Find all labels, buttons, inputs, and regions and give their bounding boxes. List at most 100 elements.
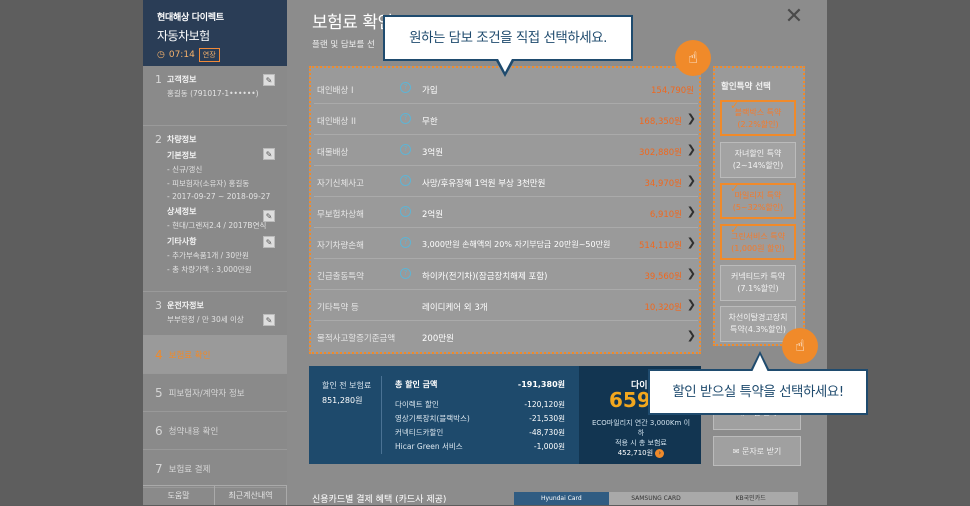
coverage-row[interactable]: 기타특약 등 레이디케어 외 3개 10,320원 ❯ xyxy=(314,291,698,321)
chevron-right-icon[interactable]: ❯ xyxy=(687,205,696,218)
step-driver-info: 3 운전자정보 부부한정 / 만 30세 이상 ✎ xyxy=(143,292,287,336)
help-icon[interactable]: ? xyxy=(400,113,411,124)
help-button[interactable]: 도움말 xyxy=(143,486,215,505)
coverage-value: 3,000만원 손해액의 20% 자기부담금 20만원~50만원 xyxy=(422,240,611,249)
discount-rate: (2~14%할인) xyxy=(732,161,784,170)
coverage-name: 무보험차상해 xyxy=(317,210,364,220)
coverage-price: 154,790원 xyxy=(651,86,694,96)
edit-icon[interactable]: ✎ xyxy=(263,314,275,326)
coverage-row[interactable]: 대물배상 ? 3억원 302,880원 ❯ xyxy=(314,136,698,166)
coverage-value: 사망/후유장해 1억원 부상 3천만원 xyxy=(422,179,546,189)
discount-breakdown: 총 할인 금액 -191,380원 다이렉트 할인 -120,120원 영상기록… xyxy=(395,378,565,454)
coverage-price: 302,880원 xyxy=(639,148,682,158)
coverage-value: 하이카(전기차)(잠금장치해제 포함) xyxy=(422,272,548,282)
nav-number: 4 xyxy=(155,347,163,362)
chevron-right-icon[interactable]: ❯ xyxy=(687,298,696,311)
sidebar-bottom-buttons: 도움말 최근계산내역 xyxy=(143,485,287,505)
nav-number: 6 xyxy=(155,423,163,438)
overlay-right xyxy=(827,0,970,505)
product-name: 자동차보험 xyxy=(157,29,210,43)
discount-line-label: 커넥티드카할인 xyxy=(395,428,444,437)
coverage-name: 기타특약 등 xyxy=(317,303,359,313)
coverage-row[interactable]: 무보험차상해 ? 2억원 6,910원 ❯ xyxy=(314,198,698,228)
step-detail: - 추가부속품1개 / 30만원 xyxy=(167,251,249,260)
discount-mileage-button[interactable]: ✓ 마일리지 특약 (5~32%할인) xyxy=(720,183,796,219)
extend-button[interactable]: 연장 xyxy=(198,48,220,62)
nav-application-check[interactable]: 6 청약내용 확인 xyxy=(143,412,287,450)
check-icon: ✓ xyxy=(730,99,740,112)
card-tab-kb[interactable]: KB국민카드 xyxy=(703,492,798,505)
help-icon[interactable]: ? xyxy=(400,237,411,248)
close-icon[interactable]: ✕ xyxy=(783,6,805,28)
help-icon[interactable]: ? xyxy=(400,206,411,217)
coverage-row[interactable]: 긴급출동특약 ? 하이카(전기차)(잠금장치해제 포함) 39,560원 ❯ xyxy=(314,260,698,290)
send-sms-button[interactable]: ✉ 문자로 받기 xyxy=(713,436,801,466)
chevron-right-icon[interactable]: › xyxy=(655,449,665,458)
coverage-value: 무한 xyxy=(422,117,438,127)
help-icon[interactable]: ? xyxy=(400,175,411,186)
step-number: 1 xyxy=(155,73,162,86)
coverage-table: 대인배상 I ? 가입 154,790원 대인배상 II ? 무한 168,35… xyxy=(309,66,701,354)
tooltip-tail xyxy=(497,57,513,72)
coverage-value: 2억원 xyxy=(422,210,444,220)
tooltip-tail xyxy=(752,355,768,372)
chevron-right-icon[interactable]: ❯ xyxy=(687,267,696,280)
brand-header: 현대해상 다이렉트 자동차보험 ◷ 07:14 연장 xyxy=(143,0,287,66)
discount-rate: 특약(4.3%할인) xyxy=(729,325,786,334)
nav-label: 보험료 확인 xyxy=(168,350,211,361)
chevron-right-icon[interactable]: ❯ xyxy=(687,329,696,342)
edit-icon[interactable]: ✎ xyxy=(263,74,275,86)
card-tabs: Hyundai Card SAMSUNG CARD KB국민카드 xyxy=(514,492,798,505)
discount-line-value: -120,120원 xyxy=(524,400,565,409)
tooltip-text: 원하는 담보 조건을 직접 선택하세요. xyxy=(409,30,607,46)
premium-before-label: 할인 전 보험료 xyxy=(322,381,372,390)
discount-line: 영상기록장치(블랙박스) -21,530원 xyxy=(395,412,565,426)
coverage-row[interactable]: 대인배상 II ? 무한 168,350원 ❯ xyxy=(314,105,698,135)
envelope-icon: ✉ xyxy=(732,447,740,456)
card-tab-samsung[interactable]: SAMSUNG CARD xyxy=(609,492,704,505)
edit-icon[interactable]: ✎ xyxy=(263,210,275,222)
nav-label: 보험료 결제 xyxy=(168,464,211,475)
card-tab-hyundai[interactable]: Hyundai Card xyxy=(514,492,609,505)
discount-tooltip: 할인 받으실 특약을 선택하세요! xyxy=(648,351,868,415)
discount-child-button[interactable]: 자녀할인 특약 (2~14%할인) xyxy=(720,142,796,178)
discount-line-label: Hicar Green 서비스 xyxy=(395,442,463,451)
chevron-right-icon[interactable]: ❯ xyxy=(687,236,696,249)
step-detail: - 피보험자(소유자) 홍길동 xyxy=(167,179,250,188)
edit-icon[interactable]: ✎ xyxy=(263,148,275,160)
recent-calc-button[interactable]: 최근계산내역 xyxy=(215,486,287,505)
discount-blackbox-button[interactable]: ✓ 블랙박스 특약 (2.2%할인) xyxy=(720,100,796,136)
nav-payment[interactable]: 7 보험료 결제 xyxy=(143,450,287,488)
discount-line-value: -1,000원 xyxy=(533,442,565,451)
help-icon[interactable]: ? xyxy=(400,268,411,279)
chevron-right-icon[interactable]: ❯ xyxy=(687,112,696,125)
help-icon[interactable]: ? xyxy=(400,144,411,155)
coverage-name: 대물배상 xyxy=(317,148,349,158)
coverage-row[interactable]: 대인배상 I ? 가입 154,790원 xyxy=(314,74,698,104)
coverage-name: 물적사고할증기준금액 xyxy=(317,334,396,344)
discount-rate: (2.2%할인) xyxy=(737,120,779,129)
chevron-right-icon[interactable]: ❯ xyxy=(687,143,696,156)
discount-line-label: 영상기록장치(블랙박스) xyxy=(395,414,470,423)
check-icon: ✓ xyxy=(730,223,740,236)
edit-icon[interactable]: ✎ xyxy=(263,236,275,248)
step-title: 고객정보 xyxy=(167,75,197,84)
chevron-right-icon[interactable]: ❯ xyxy=(687,174,696,187)
step-detail: 부부한정 / 만 30세 이상 xyxy=(167,315,244,324)
eco-line: ECO마일리지 연간 3,000Km 이하 xyxy=(591,419,691,437)
step-detail: - 현대/그랜저2.4 / 2017B연식 xyxy=(167,221,267,230)
help-icon[interactable]: ? xyxy=(400,82,411,93)
coverage-row[interactable]: 물적사고할증기준금액 200만원 ❯ xyxy=(314,322,698,352)
eco-line: 적용 시 총 보험료 xyxy=(615,439,667,447)
coverage-row[interactable]: 자기차량손해 ? 3,000만원 손해액의 20% 자기부담금 20만원~50만… xyxy=(314,229,698,259)
coverage-row[interactable]: 자기신체사고 ? 사망/후유장해 1억원 부상 3천만원 34,970원 ❯ xyxy=(314,167,698,197)
nav-insured-info[interactable]: 5 피보험자/계약자 정보 xyxy=(143,374,287,412)
discount-green-service-button[interactable]: ✓ 그린서비스 특약 (1,000원 할인) xyxy=(720,224,796,260)
coverage-name: 자기차량손해 xyxy=(317,241,364,251)
eco-value: 452,710원 xyxy=(617,449,654,457)
nav-premium-check[interactable]: 4 보험료 확인 xyxy=(143,336,287,374)
nav-number: 7 xyxy=(155,461,163,476)
discount-connected-car-button[interactable]: 커넥티드카 특약 (7.1%할인) xyxy=(720,265,796,301)
premium-before-discount: 할인 전 보험료 851,280원 xyxy=(322,378,371,408)
card-benefit-title: 신용카드별 결제 혜택 (카드사 제공) xyxy=(312,495,447,505)
